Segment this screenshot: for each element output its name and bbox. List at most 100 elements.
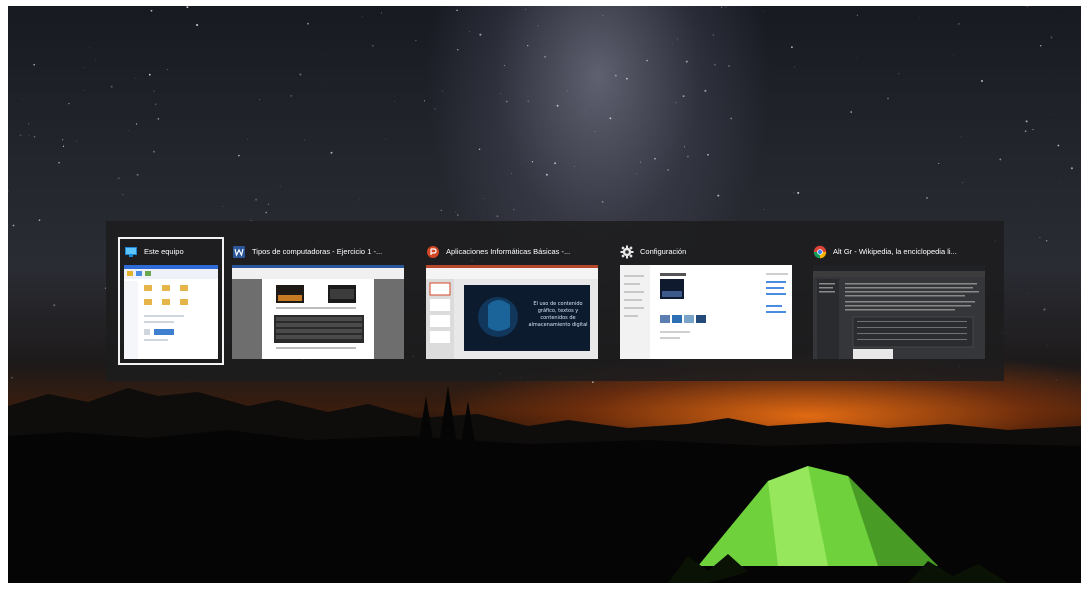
star [527, 44, 529, 47]
star [574, 165, 576, 167]
star [441, 90, 444, 92]
star [793, 192, 795, 194]
star [8, 190, 9, 192]
star [62, 145, 65, 147]
star [90, 340, 92, 342]
star [279, 185, 281, 187]
star [136, 123, 138, 125]
star [128, 130, 130, 131]
star [1025, 120, 1028, 123]
star [307, 22, 309, 25]
window-header: Este equipo [124, 243, 218, 261]
star [714, 63, 716, 66]
window-title: Configuración [640, 247, 687, 256]
star [58, 161, 60, 164]
window-thumbnail-settings [620, 265, 792, 359]
window-thumbnail-chrome [813, 265, 985, 359]
star [850, 111, 852, 113]
star [247, 138, 248, 140]
star [38, 219, 41, 222]
star [958, 23, 960, 25]
svg-text:almacenamiento digital: almacenamiento digital [528, 322, 587, 328]
star [602, 14, 604, 16]
window-este-equipo[interactable]: Este equipo [118, 237, 224, 365]
star [33, 63, 36, 66]
star [1050, 36, 1053, 39]
star [707, 153, 709, 156]
star [639, 161, 641, 163]
window-header: Aplicaciones Informáticas Básicas -... [426, 243, 598, 261]
star [381, 12, 382, 14]
star [601, 201, 604, 203]
star [483, 198, 484, 199]
star [1043, 308, 1046, 311]
star [537, 25, 539, 27]
star [609, 117, 612, 120]
star [1032, 128, 1034, 131]
window-configuracion[interactable]: Configuración [616, 239, 796, 363]
star [1057, 144, 1060, 147]
window-thumbnail-word [232, 265, 404, 359]
svg-text:contenidos de: contenidos de [540, 315, 575, 321]
window-powerpoint-presentation[interactable]: Aplicaciones Informáticas Básicas -... E… [422, 239, 602, 363]
star [567, 90, 568, 92]
star [303, 139, 305, 141]
star [980, 79, 984, 83]
star [636, 173, 637, 174]
star [686, 155, 689, 158]
star [259, 99, 261, 101]
window-word-document[interactable]: Tipos de computadoras - Ejercicio 1 -... [228, 239, 408, 363]
star [322, 52, 323, 54]
star [654, 157, 656, 160]
star [886, 97, 890, 100]
star [83, 67, 84, 68]
star [53, 304, 56, 307]
star [960, 136, 962, 138]
window-header: Alt Gr - Wikipedia, la enciclopedia li..… [813, 243, 985, 261]
star [1046, 240, 1048, 242]
star [531, 161, 534, 163]
star [188, 19, 190, 21]
gear-icon [620, 245, 634, 259]
star [394, 100, 396, 102]
star [440, 209, 442, 211]
star [938, 162, 940, 164]
star [926, 196, 928, 199]
star [594, 131, 596, 132]
star [186, 6, 189, 9]
star [1051, 114, 1052, 115]
star [512, 208, 515, 211]
star [791, 46, 793, 49]
star [19, 134, 22, 137]
star [136, 173, 139, 176]
star [22, 98, 23, 100]
star [1026, 6, 1028, 8]
star [510, 172, 513, 175]
svg-text:gráfico, textos y: gráfico, textos y [538, 307, 579, 314]
star [1024, 130, 1027, 133]
star [153, 90, 155, 92]
star [371, 44, 374, 47]
star [868, 162, 870, 163]
star [479, 33, 482, 36]
desktop-wallpaper: Este equipo Tipos de computadoras - Ejer… [8, 6, 1081, 583]
star [685, 60, 688, 63]
star [855, 57, 857, 59]
star [1039, 237, 1041, 238]
star [62, 139, 64, 141]
star [533, 218, 535, 220]
star [362, 16, 363, 17]
star [856, 14, 859, 16]
window-chrome-wikipedia[interactable]: Alt Gr - Wikipedia, la enciclopedia li..… [809, 239, 989, 363]
star [1040, 45, 1042, 47]
star [157, 118, 160, 120]
window-title: Aplicaciones Informáticas Básicas -... [446, 247, 571, 256]
star [415, 39, 417, 42]
star [457, 214, 459, 216]
star [76, 140, 78, 142]
alt-tab-switcher: Este equipo Tipos de computadoras - Ejer… [106, 221, 1004, 381]
star [1027, 293, 1028, 294]
star [267, 203, 270, 206]
star [1053, 73, 1055, 74]
star [646, 59, 648, 62]
